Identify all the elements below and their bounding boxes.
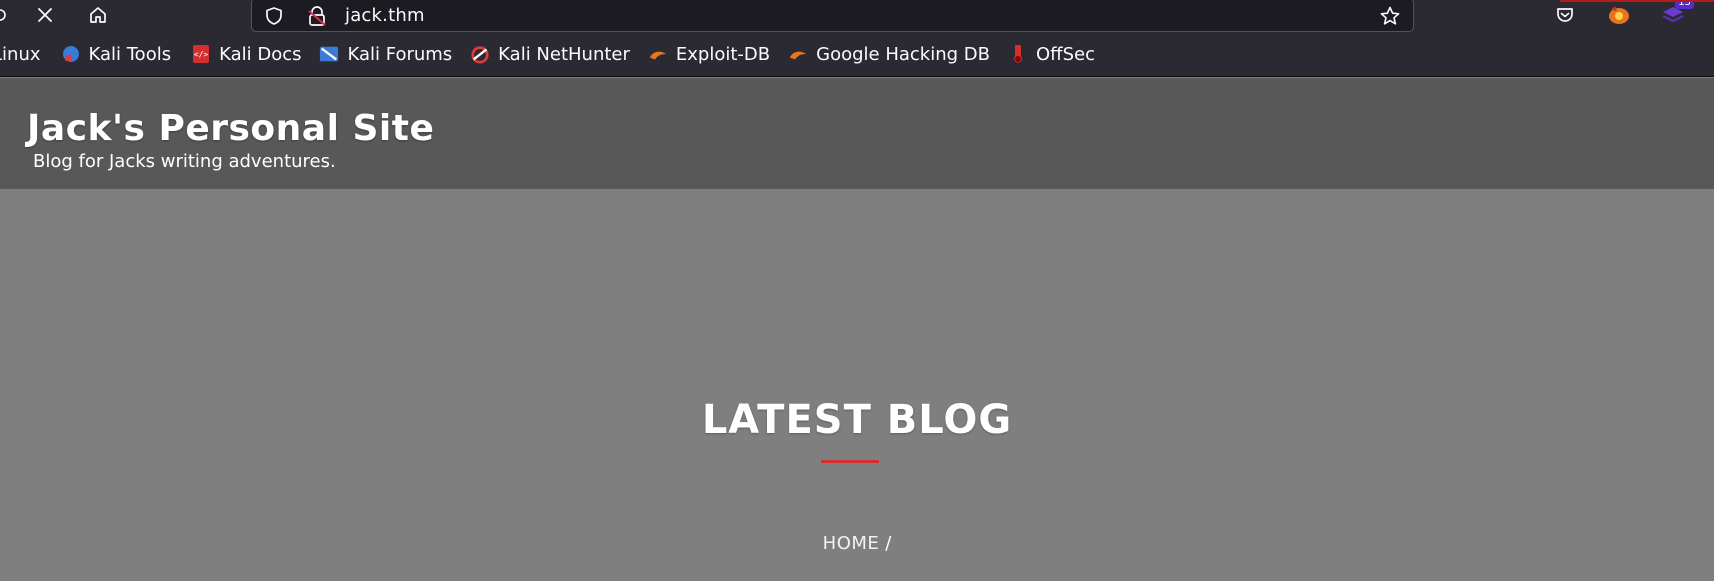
bookmark-kali-tools[interactable]: Kali Tools [61, 32, 172, 76]
bookmarks-bar: Linux Kali Tools </> Kali Docs Kali Foru… [0, 32, 1714, 77]
bookmark-label: Kali Forums [347, 43, 453, 65]
bookmark-google-hacking-db[interactable]: Google Hacking DB [788, 32, 990, 76]
home-icon[interactable] [80, 0, 116, 30]
toolbar-accent-line [1560, 0, 1714, 2]
google-hacking-db-icon [788, 44, 808, 64]
breadcrumb: HOME / [0, 533, 1714, 554]
pocket-icon[interactable] [1550, 0, 1580, 30]
close-icon[interactable] [27, 0, 63, 30]
kali-nethunter-icon [470, 44, 490, 64]
kali-docs-icon: </> [191, 44, 211, 64]
bookmark-label: OffSec [1036, 43, 1095, 65]
hero-section: LATEST BLOG HOME / [0, 189, 1714, 581]
site-header: Jack's Personal Site Blog for Jacks writ… [0, 78, 1714, 189]
breadcrumb-separator: / [885, 533, 892, 554]
bookmark-kali-docs[interactable]: </> Kali Docs [191, 32, 301, 76]
extension-stack-icon[interactable]: 15 [1658, 0, 1694, 30]
bookmark-exploit-db[interactable]: Exploit-DB [648, 32, 770, 76]
bookmark-label: Linux [0, 43, 41, 65]
site-tagline: Blog for Jacks writing adventures. [33, 151, 336, 172]
star-icon[interactable] [1379, 5, 1401, 31]
breadcrumb-home-link[interactable]: HOME [823, 533, 880, 554]
bookmark-label: Exploit-DB [675, 43, 771, 65]
kali-tools-icon [61, 44, 81, 64]
bookmark-label: Kali Docs [219, 43, 302, 65]
svg-text:</>: </> [194, 50, 209, 59]
bookmark-linux[interactable]: Linux [0, 32, 41, 76]
shield-icon[interactable] [264, 6, 284, 30]
bookmark-label: Kali NetHunter [498, 43, 630, 65]
browser-toolbar: jack.thm 15 [0, 0, 1714, 32]
bookmark-kali-forums[interactable]: Kali Forums [319, 32, 452, 76]
bookmark-kali-nethunter[interactable]: Kali NetHunter [470, 32, 630, 76]
bookmark-label: Google Hacking DB [816, 43, 990, 65]
title-underline [821, 460, 879, 463]
site-title[interactable]: Jack's Personal Site [27, 108, 434, 149]
page-title: LATEST BLOG [701, 397, 1013, 443]
bookmark-label: Kali Tools [88, 43, 172, 65]
kali-forums-icon [319, 44, 339, 64]
exploit-db-icon [648, 44, 668, 64]
partial-left-icon[interactable] [0, 0, 18, 30]
insecure-lock-icon[interactable] [306, 5, 328, 31]
offsec-icon [1008, 44, 1028, 64]
url-text[interactable]: jack.thm [345, 5, 425, 26]
url-bar[interactable]: jack.thm [251, 0, 1414, 32]
bookmark-offsec[interactable]: OffSec [1008, 32, 1095, 76]
firefox-extension-icon[interactable] [1604, 0, 1634, 30]
